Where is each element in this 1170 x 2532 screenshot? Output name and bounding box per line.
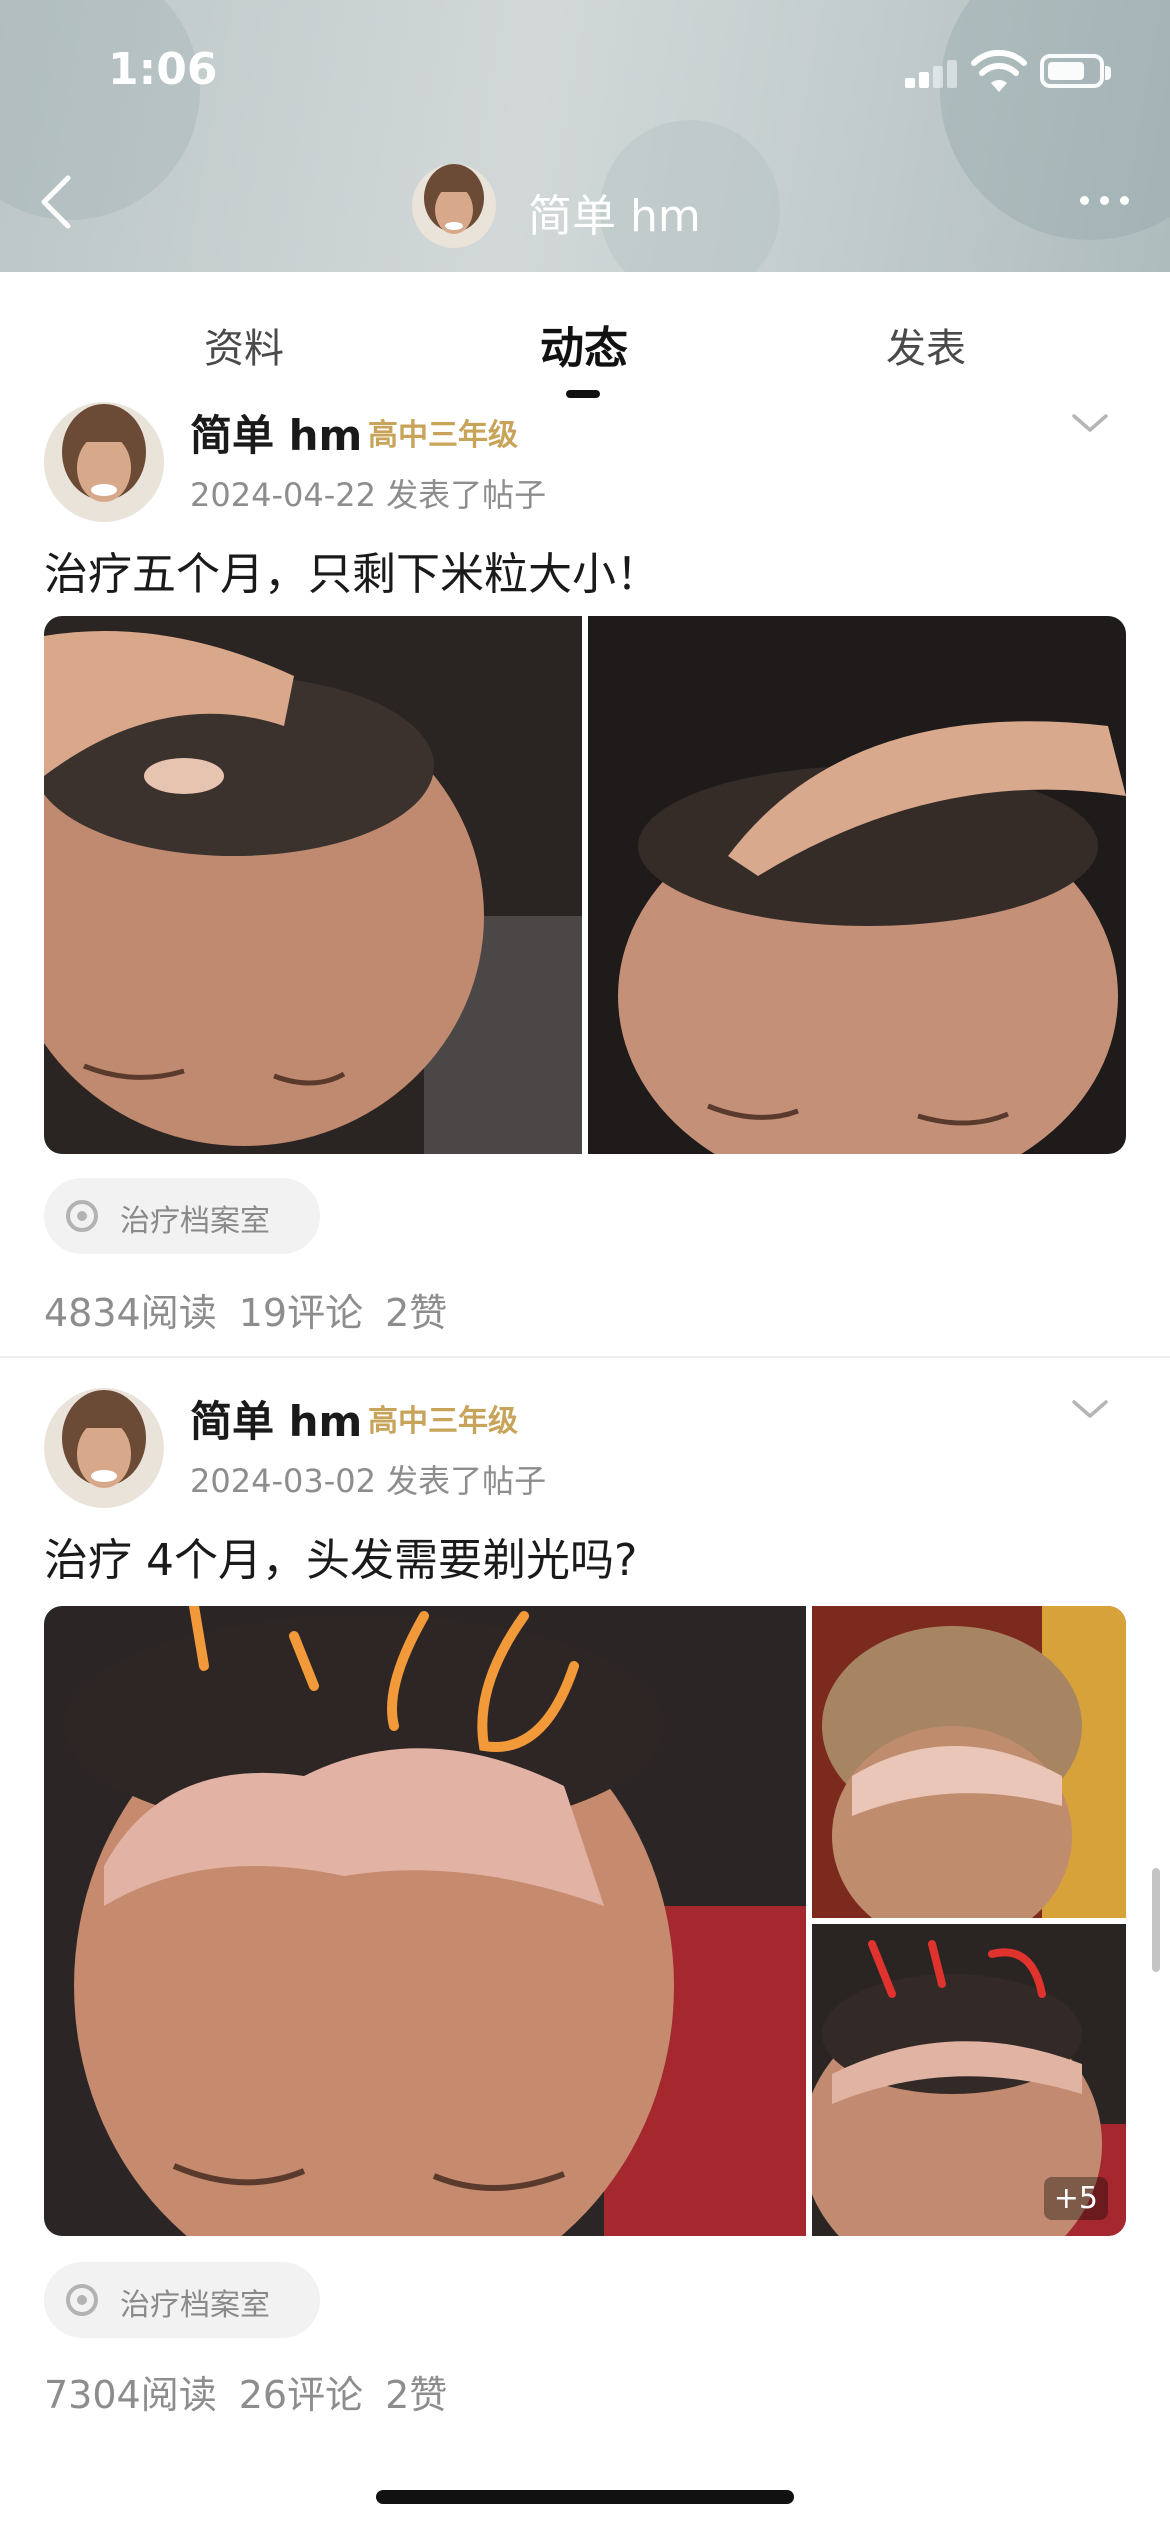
status-bar: 1:06: [0, 0, 1170, 150]
target-icon: [66, 1200, 98, 1232]
more-icon[interactable]: [1076, 184, 1132, 214]
chevron-down-icon[interactable]: [1070, 1398, 1110, 1422]
tab-activity[interactable]: 动态: [540, 312, 628, 376]
level-badge: 高中三年级: [368, 1404, 518, 1439]
like-count[interactable]: 2赞: [385, 2373, 447, 2417]
avatar[interactable]: [44, 1388, 164, 1508]
post-meta: 2024-04-22 发表了帖子: [190, 476, 547, 514]
avatar[interactable]: [44, 402, 164, 522]
scrollbar[interactable]: [1152, 1868, 1160, 1972]
post-image[interactable]: +5: [812, 1924, 1126, 2236]
chevron-down-icon[interactable]: [1070, 412, 1110, 436]
post-meta: 2024-03-02 发表了帖子: [190, 1462, 547, 1500]
like-count[interactable]: 2赞: [385, 1291, 447, 1335]
post-title[interactable]: 治疗五个月，只剩下米粒大小！: [44, 538, 660, 602]
nav-username: 简单 hm: [528, 191, 701, 242]
status-time: 1:06: [108, 44, 218, 95]
topic-tag-label: 治疗档案室: [120, 2288, 270, 2323]
more-images-badge[interactable]: +5: [1043, 2177, 1108, 2220]
home-indicator[interactable]: [376, 2490, 794, 2504]
topic-tag[interactable]: 治疗档案室: [44, 1178, 320, 1254]
back-icon[interactable]: [30, 172, 90, 232]
profile-tabs: 资料 动态 发表: [0, 272, 1170, 402]
nav-bar: 简单 hm: [0, 150, 1170, 272]
author-name[interactable]: 简单 hm: [190, 402, 362, 463]
post-image[interactable]: [588, 616, 1126, 1154]
battery-icon: [1040, 54, 1111, 88]
read-count: 7304阅读: [44, 2373, 217, 2417]
avatar[interactable]: [412, 164, 496, 248]
post-divider: [0, 1356, 1170, 1358]
comment-count[interactable]: 26评论: [239, 2373, 363, 2417]
target-icon: [66, 2284, 98, 2316]
post-image[interactable]: [44, 616, 582, 1154]
tab-posts[interactable]: 发表: [886, 316, 966, 374]
active-tab-indicator: [566, 390, 600, 398]
post-stats: 7304阅读 26评论 2赞: [44, 2364, 469, 2419]
post-image[interactable]: [812, 1606, 1126, 1918]
profile-header: 1:06 简单 hm: [0, 0, 1170, 272]
tab-profile[interactable]: 资料: [204, 316, 284, 374]
wifi-icon: [971, 49, 1027, 92]
read-count: 4834阅读: [44, 1291, 217, 1335]
topic-tag-label: 治疗档案室: [120, 1204, 270, 1239]
topic-tag[interactable]: 治疗档案室: [44, 2262, 320, 2338]
comment-count[interactable]: 19评论: [239, 1291, 363, 1335]
level-badge: 高中三年级: [368, 418, 518, 453]
post-title[interactable]: 治疗 4个月，头发需要剃光吗?: [44, 1524, 637, 1588]
post-stats: 4834阅读 19评论 2赞: [44, 1282, 469, 1337]
post-image[interactable]: [44, 1606, 806, 2236]
author-name[interactable]: 简单 hm: [190, 1388, 362, 1449]
signal-icon: [905, 58, 965, 88]
